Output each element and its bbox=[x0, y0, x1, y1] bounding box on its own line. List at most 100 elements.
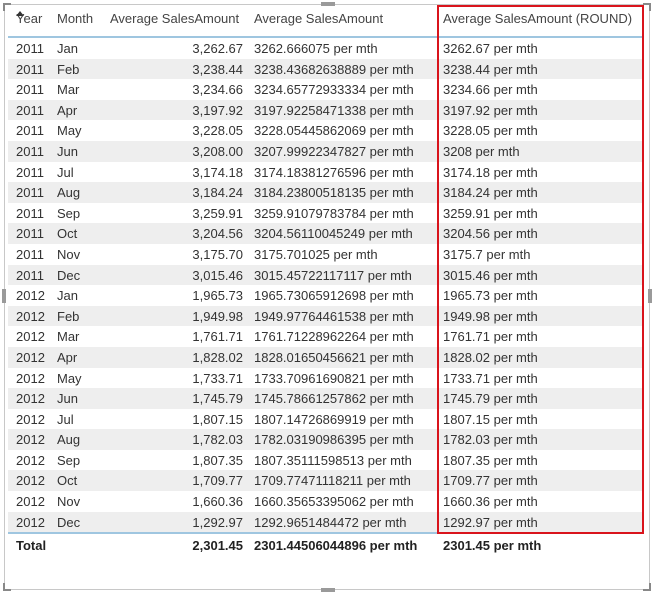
cell-avg-round: 3262.67 per mth bbox=[443, 41, 538, 56]
cell-year: 2012 bbox=[16, 432, 45, 448]
total-avg-round: 2301.45 per mth bbox=[443, 538, 542, 554]
cell-month: Jan bbox=[57, 41, 78, 56]
cell-avg-round: 3204.56 per mth bbox=[443, 226, 538, 242]
header-month[interactable]: Month bbox=[57, 11, 93, 26]
resize-corner-tr[interactable] bbox=[643, 3, 651, 11]
cell-avg: 3,208.00 bbox=[192, 143, 243, 159]
table-header: Year Month Average SalesAmount Average S… bbox=[8, 6, 642, 38]
cell-month: Feb bbox=[57, 308, 80, 324]
resize-handle-left[interactable] bbox=[2, 289, 6, 303]
cell-avg-round: 3228.05 per mth bbox=[443, 123, 538, 139]
cell-month: Sep bbox=[57, 205, 81, 221]
cell-avg: 3,175.70 bbox=[192, 246, 243, 262]
cell-avg-round: 3184.24 per mth bbox=[443, 185, 538, 201]
table-row[interactable]: 2011 Mar 3,234.66 3234.65772933334 per mth 3… bbox=[8, 79, 642, 100]
cell-month: Dec bbox=[57, 267, 81, 283]
cell-avg-round: 1828.02 per mth bbox=[443, 349, 538, 365]
cell-year: 2012 bbox=[16, 370, 45, 386]
table-visual: Year Month Average SalesAmount Average S… bbox=[8, 6, 642, 556]
cell-avg-text: 1733.70961690821 per mth bbox=[254, 370, 414, 386]
table-row[interactable]: 2012 Mar 1,761.71 1761.71228962264 per mth 1… bbox=[8, 326, 642, 347]
cell-avg-round: 1949.98 per mth bbox=[443, 308, 538, 324]
cell-avg-round: 3015.46 per mth bbox=[443, 267, 538, 283]
cell-avg-text: 3015.45722117117 per mth bbox=[254, 267, 412, 283]
cell-year: 2011 bbox=[16, 82, 44, 98]
table-row[interactable]: 2011 Jan 3,262.67 3262.666075 per mth 3262.6… bbox=[8, 38, 642, 59]
header-average-salesamount-round[interactable]: Average SalesAmount (ROUND) bbox=[443, 11, 632, 26]
table-row[interactable]: 2012 May 1,733.71 1733.70961690821 per mth 1… bbox=[8, 368, 642, 389]
cell-avg: 3,259.91 bbox=[192, 205, 243, 221]
cell-avg-text: 3197.92258471338 per mth bbox=[254, 102, 414, 118]
table-row[interactable]: 2011 Sep 3,259.91 3259.91079783784 per mth 3… bbox=[8, 203, 642, 224]
cell-avg-round: 1660.36 per mth bbox=[443, 494, 538, 510]
resize-handle-bottom[interactable] bbox=[321, 588, 335, 592]
table-row[interactable]: 2012 Jul 1,807.15 1807.14726869919 per mth 1… bbox=[8, 409, 642, 430]
cell-avg-round: 1709.77 per mth bbox=[443, 473, 538, 489]
cell-avg-round: 1807.15 per mth bbox=[443, 411, 538, 427]
table-row[interactable]: 2011 Aug 3,184.24 3184.23800518135 per mth 3… bbox=[8, 182, 642, 203]
table-row[interactable]: 2012 Jan 1,965.73 1965.73065912698 per mth 1… bbox=[8, 285, 642, 306]
table-row[interactable]: 2012 Aug 1,782.03 1782.03190986395 per mth 1… bbox=[8, 429, 642, 450]
cell-avg: 3,228.05 bbox=[192, 123, 243, 139]
table-body: 2011 Jan 3,262.67 3262.666075 per mth 3262.6… bbox=[8, 38, 642, 535]
cell-avg-text: 1745.78661257862 per mth bbox=[254, 391, 414, 407]
cell-avg-text: 3175.701025 per mth bbox=[254, 246, 378, 262]
cell-avg: 1,828.02 bbox=[192, 349, 243, 365]
cell-month: May bbox=[57, 123, 82, 139]
header-average-salesamount-text[interactable]: Average SalesAmount bbox=[254, 11, 383, 26]
cell-month: Sep bbox=[57, 452, 81, 468]
table-row[interactable]: 2011 May 3,228.05 3228.05445862069 per mth 3… bbox=[8, 120, 642, 141]
cell-month: Oct bbox=[57, 473, 78, 489]
cell-avg-text: 1660.35653395062 per mth bbox=[254, 494, 414, 510]
resize-handle-right[interactable] bbox=[648, 289, 652, 303]
cell-avg: 1,965.73 bbox=[192, 288, 243, 304]
cell-month: Jul bbox=[57, 164, 74, 180]
cell-avg-text: 3259.91079783784 per mth bbox=[254, 205, 414, 221]
table-row[interactable]: 2011 Dec 3,015.46 3015.45722117117 per mth 3… bbox=[8, 264, 642, 286]
cell-avg-text: 1292.9651484472 per mth bbox=[254, 514, 407, 530]
table-row[interactable]: 2011 Apr 3,197.92 3197.92258471338 per mth 3… bbox=[8, 99, 642, 121]
table-row[interactable]: 2012 Oct 1,709.77 1709.77471118211 per mth 1… bbox=[8, 470, 642, 492]
table-row[interactable]: 2012 Jun 1,745.79 1745.78661257862 per mth 1… bbox=[8, 388, 642, 409]
cell-avg-text: 3204.56110045249 per mth bbox=[254, 226, 413, 242]
cell-avg: 3,262.67 bbox=[192, 41, 243, 56]
cell-avg-text: 1965.73065912698 per mth bbox=[254, 288, 414, 304]
cell-month: Nov bbox=[57, 246, 81, 262]
cell-avg: 1,807.35 bbox=[192, 452, 243, 468]
header-average-salesamount[interactable]: Average SalesAmount bbox=[110, 11, 239, 26]
table-row[interactable]: 2012 Dec 1,292.97 1292.9651484472 per mth 12… bbox=[8, 511, 642, 533]
table-row[interactable]: 2011 Oct 3,204.56 3204.56110045249 per mth 3… bbox=[8, 223, 642, 244]
cell-year: 2011 bbox=[16, 123, 44, 139]
cell-avg-text: 3207.99922347827 per mth bbox=[254, 143, 414, 159]
cell-month: Oct bbox=[57, 226, 78, 242]
cell-year: 2011 bbox=[16, 164, 44, 180]
table-row[interactable]: 2012 Feb 1,949.98 1949.97764461538 per mth 1… bbox=[8, 305, 642, 327]
cell-avg-text: 1807.35111598513 per mth bbox=[254, 452, 412, 468]
table-row[interactable]: 2011 Jul 3,174.18 3174.18381276596 per mth 3… bbox=[8, 162, 642, 183]
table-row[interactable]: 2011 Feb 3,238.44 3238.43682638889 per mth 3… bbox=[8, 58, 642, 80]
cell-year: 2012 bbox=[16, 411, 45, 427]
cell-month: Jul bbox=[57, 411, 74, 427]
cell-avg-text: 1709.77471118211 per mth bbox=[254, 473, 411, 489]
cell-avg-text: 3174.18381276596 per mth bbox=[254, 164, 414, 180]
cell-year: 2011 bbox=[16, 143, 44, 159]
table-row[interactable]: 2011 Nov 3,175.70 3175.701025 per mth 3175.7… bbox=[8, 244, 642, 265]
cell-avg-text: 1807.14726869919 per mth bbox=[254, 411, 414, 427]
cell-year: 2012 bbox=[16, 514, 45, 530]
cell-avg-round: 1782.03 per mth bbox=[443, 432, 538, 448]
cell-avg-text: 3228.05445862069 per mth bbox=[254, 123, 414, 139]
table-row[interactable]: 2012 Apr 1,828.02 1828.01650456621 per mth 1… bbox=[8, 346, 642, 368]
cell-avg-text: 1761.71228962264 per mth bbox=[254, 329, 414, 345]
cell-month: Aug bbox=[57, 185, 81, 201]
cell-avg: 3,238.44 bbox=[192, 61, 243, 77]
cell-avg-round: 3238.44 per mth bbox=[443, 61, 538, 77]
table-row[interactable]: 2012 Nov 1,660.36 1660.35653395062 per mth 1… bbox=[8, 491, 642, 512]
table-row[interactable]: 2012 Sep 1,807.35 1807.35111598513 per mth 1… bbox=[8, 450, 642, 471]
resize-corner-br[interactable] bbox=[643, 583, 651, 591]
cell-avg-text: 3262.666075 per mth bbox=[254, 41, 378, 56]
cell-avg-text: 3184.23800518135 per mth bbox=[254, 185, 414, 201]
cell-avg: 1,733.71 bbox=[192, 370, 243, 386]
cell-month: Feb bbox=[57, 61, 80, 77]
resize-corner-bl[interactable] bbox=[3, 583, 11, 591]
table-row[interactable]: 2011 Jun 3,208.00 3207.99922347827 per mth 3… bbox=[8, 140, 642, 162]
